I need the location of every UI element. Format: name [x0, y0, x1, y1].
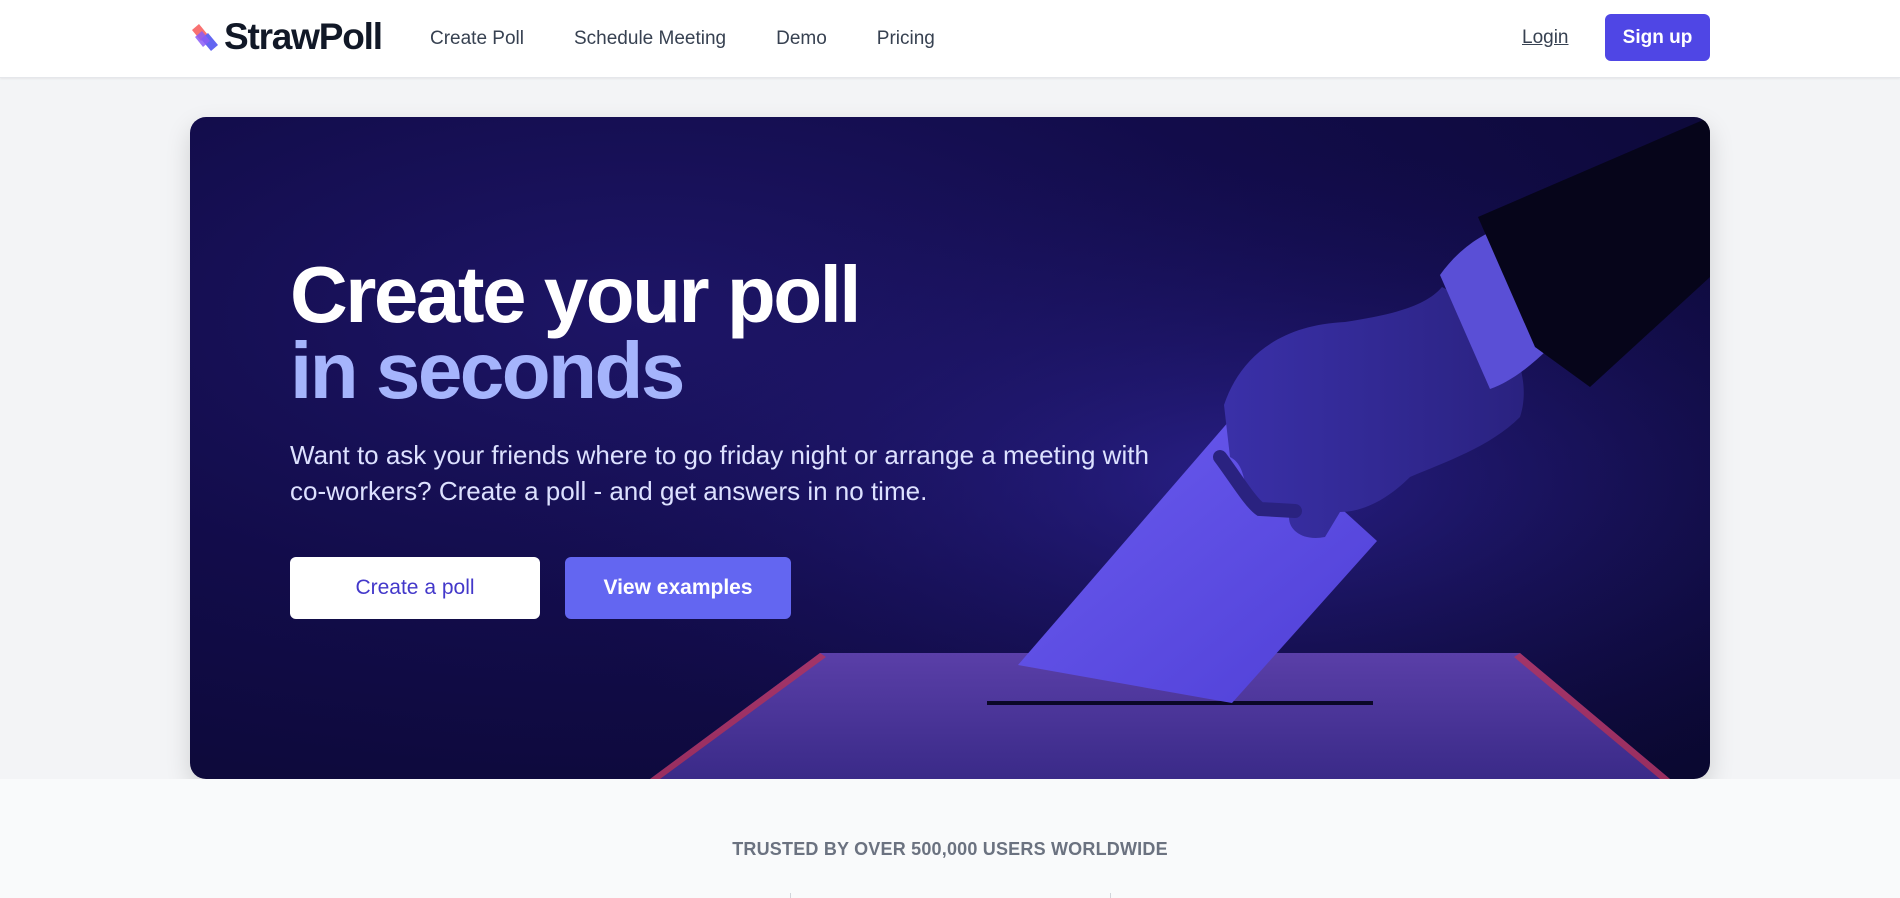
- logo-divider: [790, 893, 791, 898]
- brand-name: StrawPoll: [224, 16, 383, 57]
- nav-schedule-meeting[interactable]: Schedule Meeting: [574, 25, 726, 53]
- logo[interactable]: StrawPoll: [189, 16, 383, 57]
- nav-create-poll[interactable]: Create Poll: [430, 25, 524, 53]
- nav-demo[interactable]: Demo: [776, 25, 827, 53]
- trusted-by-text: TRUSTED BY OVER 500,000 USERS WORLDWIDE: [732, 839, 1168, 859]
- signup-button[interactable]: Sign up: [1605, 14, 1710, 61]
- logo-divider: [1110, 893, 1111, 898]
- create-poll-button[interactable]: Create a poll: [290, 557, 540, 619]
- nav-pricing[interactable]: Pricing: [877, 25, 935, 53]
- hero-subtext: Want to ask your friends where to go fri…: [290, 440, 1149, 506]
- hero-banner: Create your poll in seconds Want to ask …: [190, 117, 1710, 779]
- headline-line-1: Create your poll: [290, 250, 862, 339]
- strawpoll-logo-icon: [192, 24, 218, 51]
- view-examples-button[interactable]: View examples: [565, 557, 791, 619]
- hero-headline: Create your poll in seconds: [290, 250, 862, 415]
- main-nav: Create Poll Schedule Meeting Demo Pricin…: [430, 25, 985, 53]
- top-navbar: StrawPoll Create Poll Schedule Meeting D…: [0, 0, 1900, 78]
- headline-line-2: in seconds: [290, 326, 685, 415]
- login-link[interactable]: Login: [1522, 24, 1569, 52]
